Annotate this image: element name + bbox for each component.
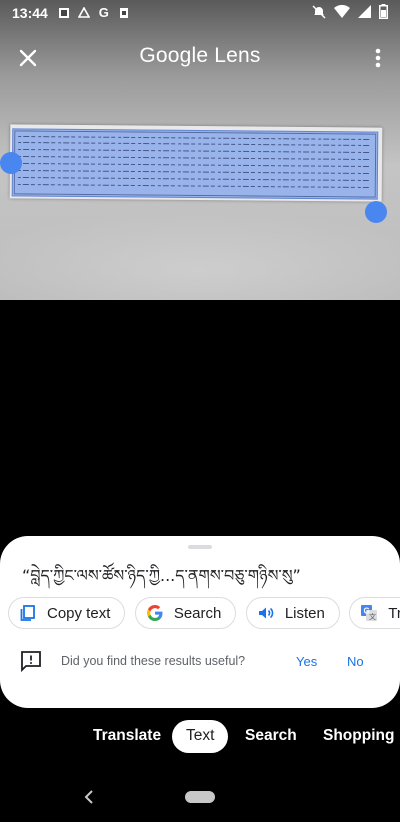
sheet-grabber[interactable] bbox=[188, 545, 212, 549]
selection-handle-start[interactable] bbox=[0, 152, 22, 174]
more-vert-icon[interactable] bbox=[374, 46, 382, 70]
google-g-icon bbox=[146, 604, 164, 622]
google-g-icon: G bbox=[98, 5, 109, 20]
copy-icon bbox=[19, 604, 37, 622]
feedback-question: Did you find these results useful? bbox=[61, 654, 246, 668]
feedback-yes-button[interactable]: Yes bbox=[296, 654, 317, 669]
listen-label: Listen bbox=[284, 604, 325, 622]
document-text-lines bbox=[13, 130, 377, 198]
feedback-row: Did you find these results useful? Yes N… bbox=[20, 650, 390, 674]
sim-icon bbox=[118, 7, 130, 19]
result-sheet: “བླེད་ཀྱིང་ལས་ཚོས་ཉིད་ཀྱི...ད་ནགས་བཅུ་གཉ… bbox=[0, 536, 400, 708]
status-bar: 13:44 G bbox=[0, 0, 400, 26]
tab-shopping[interactable]: Shopping bbox=[323, 727, 394, 745]
copy-text-button[interactable]: Copy text bbox=[8, 597, 126, 629]
listen-button[interactable]: Listen bbox=[245, 597, 340, 629]
app-title: Google Lens bbox=[139, 44, 261, 67]
home-pill[interactable] bbox=[185, 791, 215, 803]
translate-label: Tran bbox=[388, 604, 400, 622]
wifi-icon bbox=[334, 4, 350, 21]
translate-icon: G文 bbox=[360, 604, 378, 622]
translate-button[interactable]: G文 Tran bbox=[349, 597, 400, 629]
selection-handle-end[interactable] bbox=[365, 201, 387, 223]
feedback-icon bbox=[20, 650, 42, 673]
action-chips: Copy text Search Listen G文 Tran bbox=[8, 597, 400, 629]
search-label: Search bbox=[173, 604, 222, 622]
cell-signal-icon bbox=[358, 5, 371, 21]
status-time: 13:44 bbox=[12, 5, 48, 21]
tab-search[interactable]: Search bbox=[245, 727, 297, 745]
mute-icon bbox=[312, 4, 326, 22]
battery-icon bbox=[379, 4, 388, 22]
svg-text:文: 文 bbox=[369, 612, 376, 621]
image-icon bbox=[58, 7, 70, 19]
search-button[interactable]: Search bbox=[134, 597, 237, 629]
back-icon[interactable] bbox=[82, 788, 96, 806]
copy-text-label: Copy text bbox=[47, 604, 111, 622]
feedback-no-button[interactable]: No bbox=[347, 654, 364, 669]
drive-icon bbox=[77, 6, 91, 19]
mode-tabs: Translate Text Search Shopping bbox=[0, 720, 400, 754]
speaker-icon bbox=[257, 604, 275, 622]
lens-header: Google Lens bbox=[0, 38, 400, 78]
tab-text[interactable]: Text bbox=[172, 720, 229, 753]
tab-translate[interactable]: Translate bbox=[93, 727, 161, 745]
